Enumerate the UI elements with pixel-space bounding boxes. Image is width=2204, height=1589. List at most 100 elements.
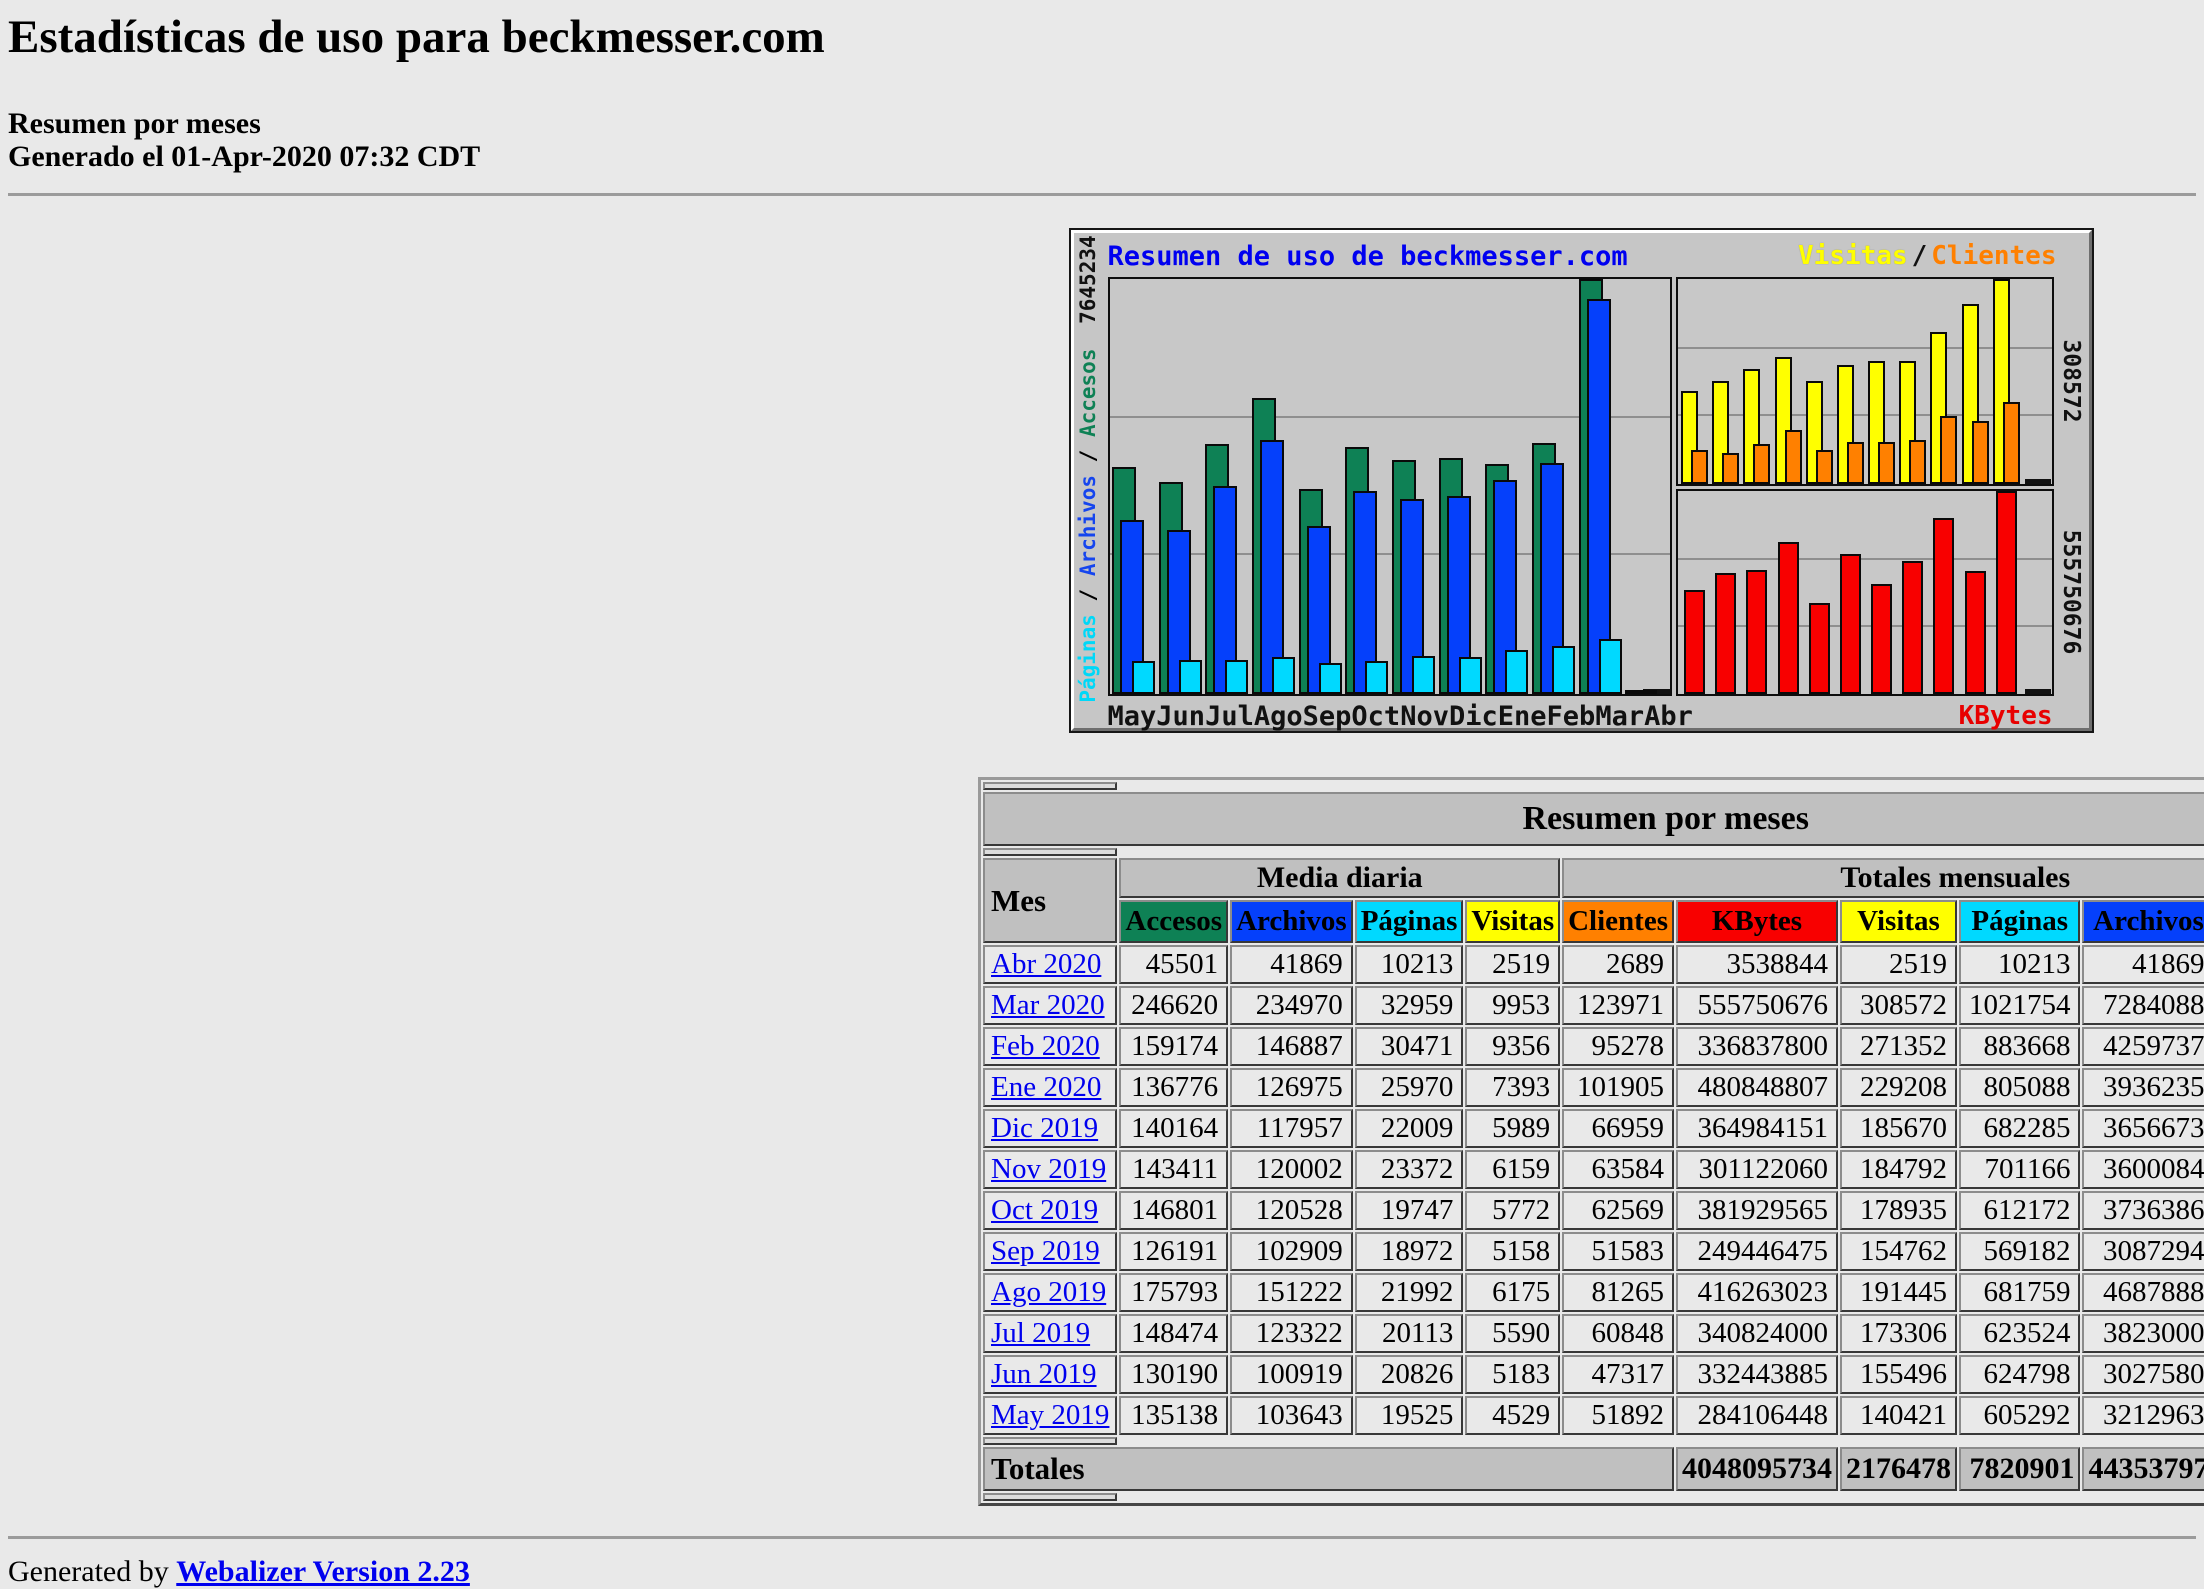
month-link[interactable]: Ago 2019 [991,1276,1106,1308]
month-label: Mar [1595,701,1645,732]
column-header-archivos: Archivos [1230,900,1353,943]
table-row: May 2019 135138 103643 19525 4529 51892 284106… [983,1396,2204,1435]
bar-kbytes [1777,542,1799,694]
table-row: Ene 2020 136776 126975 25970 7393 101905 48084… [983,1068,2204,1107]
bar-paginas [1504,650,1528,694]
bar-kbytes [1964,571,1986,694]
usage-chart: Resumen de uso de beckmesser.com Visitas… [1068,228,2094,733]
spacer-cell [983,1493,1118,1501]
page-title: Estadísticas de uso para beckmesser.com [8,11,825,63]
month-link[interactable]: Jun 2019 [991,1358,1097,1390]
header-divider [8,193,2196,196]
panel-kbytes [1675,489,2054,696]
month-link[interactable]: Oct 2019 [991,1194,1098,1226]
bar-clientes [1815,450,1833,484]
value-cell: 364984151 [1675,1109,1838,1148]
totals-row: Totales 4048095734 2176478 7820901 44353… [983,1447,2204,1491]
bar-paginas [1411,656,1435,694]
spacer-cell [983,1437,1118,1445]
value-cell: 555750676 [1675,986,1838,1025]
table-row: Abr 2020 45501 41869 10213 2519 2689 3538844 25… [983,945,2204,984]
spacer-row [983,1493,2204,1501]
bar-kbytes [1714,573,1736,694]
bar-clientes [1690,450,1708,484]
value-cell: 47317 [1562,1355,1674,1394]
month-cell: Oct 2019 [983,1191,1118,1230]
axis-sep: / [1075,449,1100,463]
value-cell: 4529 [1465,1396,1561,1435]
month-cell: Ago 2019 [983,1273,1118,1312]
bar-clientes [1877,442,1895,484]
value-cell: 178935 [1839,1191,1957,1230]
value-cell: 3538844 [1675,945,1838,984]
value-cell: 3600084 [2082,1150,2204,1189]
content-column: Resumen de uso de beckmesser.com Visitas… [978,228,2204,1506]
webalizer-version-link[interactable]: Webalizer Version 2.23 [176,1555,470,1588]
month-cell: Jul 2019 [983,1314,1118,1353]
value-cell: 6159 [1465,1150,1561,1189]
month-link[interactable]: Ene 2020 [991,1071,1101,1103]
footer: Generated by Webalizer Version 2.23 [8,1555,2196,1589]
value-cell: 23372 [1354,1150,1464,1189]
value-cell: 20826 [1354,1355,1464,1394]
value-cell: 3027580 [2082,1355,2204,1394]
value-cell: 32959 [1354,986,1464,1025]
value-cell: 3936235 [2082,1068,2204,1107]
month-cell: Sep 2019 [983,1232,1118,1271]
month-label: Ene [1497,701,1547,732]
summary-table: Resumen por meses Mes Media diaria Total… [978,777,2204,1506]
value-cell: 18972 [1354,1232,1464,1271]
bar-paginas [1364,661,1388,694]
bar-clientes [1721,453,1739,484]
month-label: Abr [1644,701,1693,732]
month-link[interactable]: May 2019 [991,1399,1109,1431]
bar-paginas [1458,657,1482,694]
month-cell: Abr 2020 [983,945,1118,984]
month-link[interactable]: Sep 2019 [991,1235,1100,1267]
value-cell: 41869 [1230,945,1353,984]
total-kbytes: 4048095734 [1675,1447,1838,1491]
bar-paginas [1318,663,1342,694]
value-cell: 3736386 [2082,1191,2204,1230]
right-axis-max-visits: 308572 [2057,339,2084,423]
value-cell: 336837800 [1675,1027,1838,1066]
month-link[interactable]: Mar 2020 [991,989,1105,1021]
value-cell: 123322 [1230,1314,1353,1353]
month-link[interactable]: Nov 2019 [991,1153,1106,1185]
value-cell: 624798 [1958,1355,2081,1394]
month-cell: Jun 2019 [983,1355,1118,1394]
month-link[interactable]: Jul 2019 [991,1317,1090,1349]
footer-text: Generated by [8,1555,177,1588]
value-cell: 10213 [1958,945,2081,984]
month-label: Oct [1351,701,1401,732]
column-header-clientes: Clientes [1562,900,1674,943]
value-cell: 5590 [1465,1314,1561,1353]
value-cell: 3656673 [2082,1109,2204,1148]
value-cell: 126191 [1119,1232,1229,1271]
value-cell: 249446475 [1675,1232,1838,1271]
panel-visits-sites [1675,277,2054,486]
value-cell: 381929565 [1675,1191,1838,1230]
value-cell: 140421 [1839,1396,1957,1435]
value-cell: 332443885 [1675,1355,1838,1394]
value-cell: 19747 [1354,1191,1464,1230]
chart-title: Resumen de uso de beckmesser.com [1107,241,1628,272]
totals-label: Totales [983,1447,1674,1491]
bar-kbytes [1839,554,1861,694]
month-link[interactable]: Feb 2020 [991,1030,1100,1062]
remainder-dash [2024,479,2051,484]
month-link[interactable]: Dic 2019 [991,1112,1098,1144]
month-label: Ago [1253,701,1303,732]
value-cell: 5772 [1465,1191,1561,1230]
value-cell: 135138 [1119,1396,1229,1435]
month-link[interactable]: Abr 2020 [991,948,1101,980]
bar-paginas [1271,657,1295,694]
column-header-visitas: Visitas [1465,900,1561,943]
spacer-cell [983,848,1118,856]
value-cell: 682285 [1958,1109,2081,1148]
value-cell: 2519 [1465,945,1561,984]
value-cell: 623524 [1958,1314,2081,1353]
value-cell: 5158 [1465,1232,1561,1271]
total-archivos: 44353797 [2082,1447,2204,1491]
legend-clientes: Clientes [1931,241,2057,271]
